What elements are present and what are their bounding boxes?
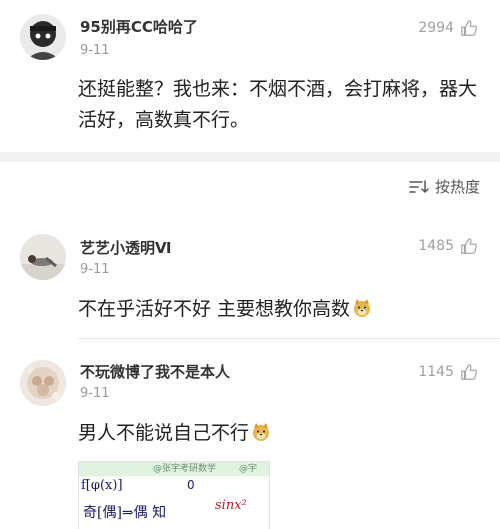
comment-text-content: 不在乎活好不好 主要想教你高数 [78, 298, 351, 320]
section-divider [0, 152, 500, 162]
thumbs-up-icon [461, 364, 477, 380]
image-watermark: @张宇考研数学 [153, 464, 217, 474]
like-button[interactable]: 1145 [418, 363, 478, 381]
thumbs-up-icon [461, 20, 477, 36]
username[interactable]: 95别再CC哈哈了 [80, 16, 198, 37]
username[interactable]: 不玩微博了我不是本人 [80, 361, 230, 382]
image-watermark: @宇 [239, 464, 258, 474]
avatar-image [20, 14, 66, 60]
comment-text: 不在乎活好不好 主要想教你高数 [78, 294, 478, 325]
comment-text: 还挺能整？我也来：不烟不酒，会打麻将，器大活好，高数真不行。 [78, 78, 478, 131]
comment-date: 9-11 [80, 43, 110, 58]
image-watermark-bar: @张宇考研数学 @宇 [79, 462, 269, 476]
comment-image[interactable]: @张宇考研数学 @宇 f[φ(x)] 0 奇[偶]⇒偶 知 sinx² [78, 461, 270, 529]
sort-icon [409, 179, 429, 193]
like-count: 1145 [418, 364, 454, 380]
doge-emoji-icon [253, 423, 270, 441]
image-formula: f[φ(x)] [81, 478, 123, 493]
avatar-image [20, 360, 66, 406]
comment-date: 9-11 [80, 262, 110, 277]
avatar[interactable] [20, 14, 66, 60]
doge-emoji-icon [354, 299, 371, 317]
like-button[interactable]: 1485 [418, 237, 478, 255]
avatar-image [20, 234, 66, 280]
avatar[interactable] [20, 234, 66, 280]
comment-date: 9-11 [80, 386, 110, 401]
image-formula: 奇[偶]⇒偶 知 [83, 505, 167, 521]
username[interactable]: 艺艺小透明Ⅵ [80, 237, 172, 258]
divider [78, 338, 500, 339]
image-formula: sinx² [215, 498, 247, 513]
comment-text-content: 男人不能说自己不行 [78, 422, 250, 444]
sort-button[interactable]: 按热度 [409, 176, 480, 197]
like-count: 2994 [418, 20, 454, 36]
thumbs-up-icon [461, 238, 477, 254]
image-formula: 0 [187, 478, 195, 492]
avatar[interactable] [20, 360, 66, 406]
comment-text: 男人不能说自己不行 [78, 418, 478, 449]
sort-label: 按热度 [434, 178, 480, 196]
like-button[interactable]: 2994 [418, 19, 478, 37]
like-count: 1485 [418, 238, 454, 254]
